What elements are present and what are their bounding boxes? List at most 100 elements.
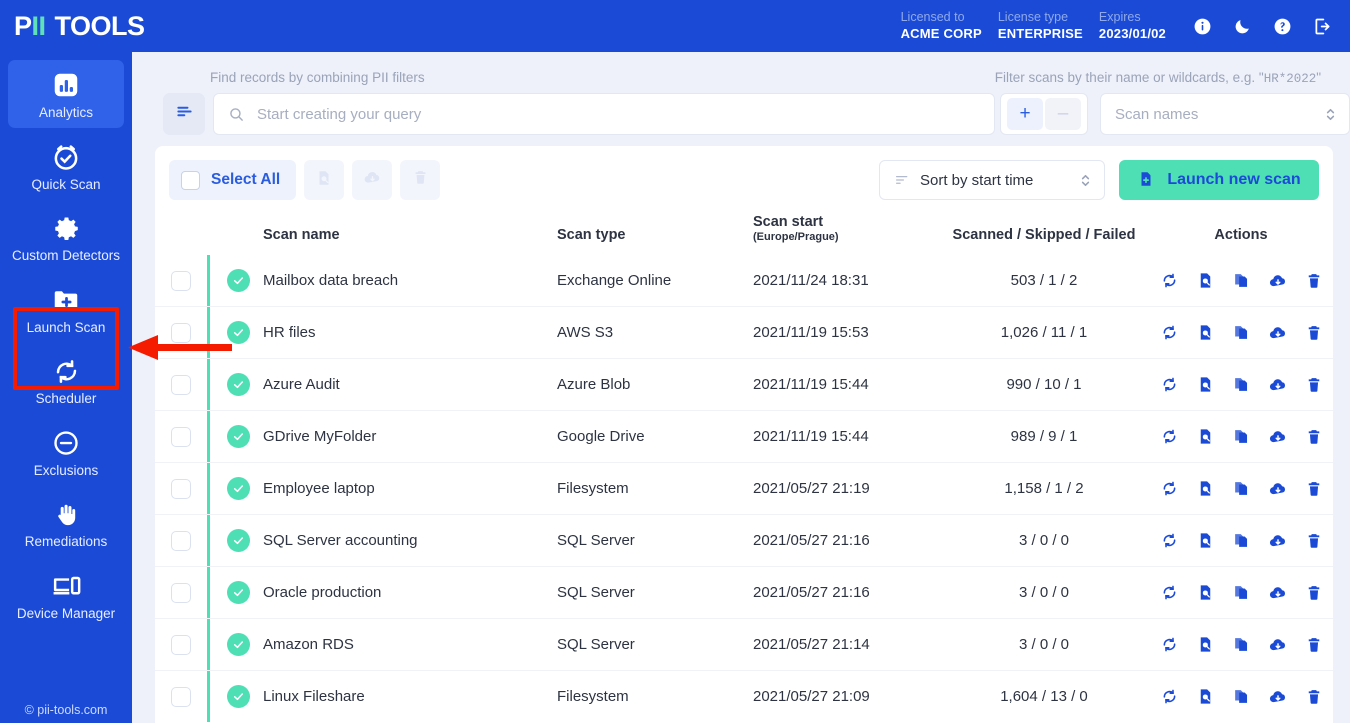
rescan-icon[interactable] [1160, 687, 1179, 706]
trash-icon[interactable] [1305, 428, 1323, 446]
row-checkbox[interactable] [171, 531, 191, 551]
row-checkbox[interactable] [171, 479, 191, 499]
report-icon[interactable] [1196, 583, 1215, 602]
remove-filter-button[interactable]: – [1045, 98, 1081, 130]
rescan-icon[interactable] [1160, 375, 1179, 394]
cell-scan-type: SQL Server [557, 619, 753, 671]
cloud-download-icon[interactable] [1268, 375, 1288, 395]
duplicate-icon[interactable] [1232, 583, 1251, 602]
add-filter-button[interactable]: + [1007, 98, 1043, 130]
report-icon[interactable] [1196, 427, 1215, 446]
license-type-value: ENTERPRISE [998, 26, 1083, 42]
logout-icon[interactable] [1306, 10, 1338, 42]
scan-names-select[interactable]: Scan names [1100, 93, 1350, 135]
trash-icon[interactable] [1305, 376, 1323, 394]
table-row[interactable]: Employee laptopFilesystem2021/05/27 21:1… [155, 463, 1333, 515]
bulk-download-button[interactable] [352, 160, 392, 200]
trash-icon[interactable] [1305, 636, 1323, 654]
report-icon[interactable] [1196, 375, 1215, 394]
gear-icon [52, 211, 81, 245]
table-row[interactable]: Linux FileshareFilesystem2021/05/27 21:0… [155, 671, 1333, 723]
moon-icon[interactable] [1226, 10, 1258, 42]
table-row[interactable]: Amazon RDSSQL Server2021/05/27 21:143 / … [155, 619, 1333, 671]
trash-icon[interactable] [1305, 480, 1323, 498]
table-row[interactable]: Azure AuditAzure Blob2021/11/19 15:44990… [155, 359, 1333, 411]
table-row[interactable]: Mailbox data breachExchange Online2021/1… [155, 255, 1333, 307]
duplicate-icon[interactable] [1232, 531, 1251, 550]
rescan-icon[interactable] [1160, 583, 1179, 602]
duplicate-icon[interactable] [1232, 427, 1251, 446]
duplicate-icon[interactable] [1232, 323, 1251, 342]
cloud-download-icon[interactable] [1268, 531, 1288, 551]
sidebar-item-remediations[interactable]: Remediations [8, 489, 124, 557]
cloud-download-icon[interactable] [1268, 687, 1288, 707]
bulk-report-button[interactable] [304, 160, 344, 200]
bulk-delete-button[interactable] [400, 160, 440, 200]
trash-icon[interactable] [1305, 272, 1323, 290]
sidebar-item-launch-scan[interactable]: Launch Scan [8, 275, 124, 343]
table-row[interactable]: GDrive MyFolderGoogle Drive2021/11/19 15… [155, 411, 1333, 463]
trash-icon[interactable] [1305, 532, 1323, 550]
table-row[interactable]: Oracle productionSQL Server2021/05/27 21… [155, 567, 1333, 619]
trash-icon[interactable] [1305, 688, 1323, 706]
duplicate-icon[interactable] [1232, 635, 1251, 654]
report-icon[interactable] [1196, 271, 1215, 290]
rescan-icon[interactable] [1160, 531, 1179, 550]
duplicate-icon[interactable] [1232, 271, 1251, 290]
sidebar-item-exclusions[interactable]: Exclusions [8, 418, 124, 486]
report-icon[interactable] [1196, 687, 1215, 706]
report-icon[interactable] [1196, 635, 1215, 654]
rescan-icon[interactable] [1160, 271, 1179, 290]
help-icon[interactable] [1266, 10, 1298, 42]
row-checkbox[interactable] [171, 583, 191, 603]
rescan-icon[interactable] [1160, 323, 1179, 342]
table-body: Mailbox data breachExchange Online2021/1… [155, 255, 1333, 722]
select-all-button[interactable]: Select All [169, 160, 296, 200]
row-checkbox[interactable] [171, 635, 191, 655]
duplicate-icon[interactable] [1232, 479, 1251, 498]
cloud-download-icon[interactable] [1268, 635, 1288, 655]
row-checkbox[interactable] [171, 323, 191, 343]
report-icon[interactable] [1196, 531, 1215, 550]
app-logo[interactable]: PIITOOLS [14, 13, 145, 40]
table-row[interactable]: HR filesAWS S32021/11/19 15:531,026 / 11… [155, 307, 1333, 359]
duplicate-icon[interactable] [1232, 687, 1251, 706]
query-input-wrapper[interactable]: Start creating your query [213, 93, 995, 135]
launch-new-scan-button[interactable]: Launch new scan [1119, 160, 1319, 200]
header-checkbox [155, 214, 207, 255]
rescan-icon[interactable] [1160, 479, 1179, 498]
cell-scan-name: GDrive MyFolder [263, 411, 557, 463]
cloud-download-icon[interactable] [1268, 323, 1288, 343]
sidebar-label-device-manager: Device Manager [17, 606, 115, 622]
row-checkbox[interactable] [171, 687, 191, 707]
table-row[interactable]: SQL Server accountingSQL Server2021/05/2… [155, 515, 1333, 567]
sort-select[interactable]: Sort by start time [879, 160, 1105, 200]
cloud-download-icon[interactable] [1268, 583, 1288, 603]
sidebar-item-quick-scan[interactable]: Quick Scan [8, 132, 124, 200]
scan-filter-hint-suffix: " [1316, 70, 1321, 85]
rescan-icon[interactable] [1160, 427, 1179, 446]
sidebar: Analytics Quick Scan Custom Detectors La… [0, 52, 132, 723]
row-checkbox[interactable] [171, 375, 191, 395]
rescan-icon[interactable] [1160, 635, 1179, 654]
duplicate-icon[interactable] [1232, 375, 1251, 394]
sort-icon [894, 172, 910, 188]
sidebar-item-analytics[interactable]: Analytics [8, 60, 124, 128]
report-icon[interactable] [1196, 479, 1215, 498]
sidebar-item-device-manager[interactable]: Device Manager [8, 561, 124, 629]
filter-toggle-button[interactable] [163, 93, 205, 135]
select-all-checkbox[interactable] [181, 171, 200, 190]
sidebar-item-custom-detectors[interactable]: Custom Detectors [8, 203, 124, 271]
row-checkbox[interactable] [171, 427, 191, 447]
chevron-updown-icon [1079, 172, 1092, 189]
info-icon[interactable] [1186, 10, 1218, 42]
sidebar-item-scheduler[interactable]: Scheduler [8, 346, 124, 414]
search-input[interactable]: Start creating your query [257, 106, 421, 123]
cloud-download-icon[interactable] [1268, 479, 1288, 499]
cloud-download-icon[interactable] [1268, 271, 1288, 291]
trash-icon[interactable] [1305, 324, 1323, 342]
row-checkbox[interactable] [171, 271, 191, 291]
trash-icon[interactable] [1305, 584, 1323, 602]
report-icon[interactable] [1196, 323, 1215, 342]
cloud-download-icon[interactable] [1268, 427, 1288, 447]
